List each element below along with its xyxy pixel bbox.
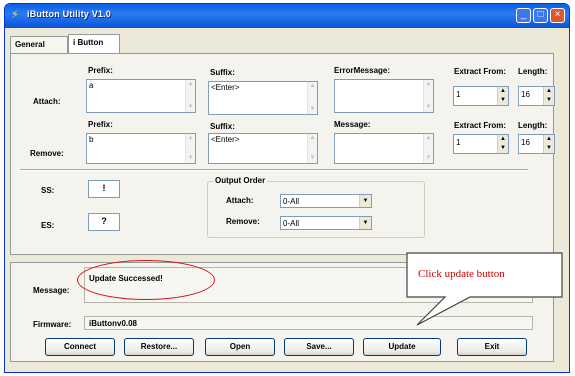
attach-length-stepper[interactable]: ▲ ▼ (543, 87, 554, 105)
attach-suffix-label: Suffix: (210, 68, 235, 77)
update-button[interactable]: Update (363, 338, 441, 356)
es-label: ES: (41, 221, 55, 230)
remove-message-scrollbar[interactable]: ▲ ▼ (423, 134, 433, 163)
remove-prefix-scrollbar[interactable]: ▲ ▼ (185, 134, 195, 163)
remove-extract-value: 1 (456, 138, 461, 147)
remove-suffix-scrollbar[interactable]: ▲ ▼ (307, 134, 317, 163)
attach-extract-stepper[interactable]: ▲ ▼ (497, 87, 508, 105)
maximize-button[interactable]: □ (533, 8, 548, 23)
chevron-down-icon[interactable]: ▼ (359, 195, 371, 207)
attach-length-label: Length: (518, 67, 548, 76)
attach-extract-value: 1 (456, 90, 461, 99)
tab-ibutton[interactable]: i Button (68, 34, 120, 54)
attach-extract-spinner[interactable]: 1 ▲ ▼ (453, 86, 509, 106)
remove-length-spinner[interactable]: 16 ▲ ▼ (518, 134, 555, 154)
callout-bubble (406, 252, 563, 326)
chevron-down-icon[interactable]: ▼ (359, 217, 371, 229)
attach-errormessage-field[interactable]: ▲ ▼ (334, 79, 434, 113)
restore-button[interactable]: Restore... (124, 338, 194, 356)
minimize-button[interactable]: _ (516, 8, 531, 23)
attach-suffix-value: <Enter> (211, 83, 240, 92)
output-remove-select[interactable]: 0-All ▼ (280, 216, 372, 230)
attach-row-label: Attach: (33, 97, 61, 106)
firmware-label: Firmware: (33, 320, 72, 329)
attach-prefix-value: a (89, 81, 94, 90)
app-icon: ⚡ (11, 9, 19, 21)
save-button[interactable]: Save... (284, 338, 354, 356)
connect-button[interactable]: Connect (45, 338, 115, 356)
remove-extract-spinner[interactable]: 1 ▲ ▼ (453, 134, 509, 154)
attach-length-value: 16 (521, 90, 530, 99)
remove-prefix-label: Prefix: (88, 120, 113, 129)
remove-prefix-field[interactable]: b ▲ ▼ (86, 133, 196, 164)
title-bar[interactable]: ⚡ iButton Utility V1.0 _ □ × (5, 4, 569, 28)
remove-row-label: Remove: (30, 149, 64, 158)
message-label: Message: (33, 286, 70, 295)
window-title: iButton Utility V1.0 (27, 9, 112, 19)
remove-extract-label: Extract From: (454, 121, 507, 130)
remove-length-value: 16 (521, 138, 530, 147)
highlight-ellipse (77, 260, 215, 300)
attach-suffix-field[interactable]: <Enter> ▲ ▼ (208, 81, 318, 115)
exit-button[interactable]: Exit (457, 338, 527, 356)
close-button[interactable]: × (550, 8, 565, 23)
section-divider (20, 169, 528, 171)
remove-length-stepper[interactable]: ▲ ▼ (543, 135, 554, 153)
output-remove-label: Remove: (226, 217, 260, 226)
attach-errormessage-label: ErrorMessage: (334, 66, 391, 75)
ss-label: SS: (41, 186, 55, 195)
remove-message-field[interactable]: ▲ ▼ (334, 133, 434, 164)
attach-prefix-scrollbar[interactable]: ▲ ▼ (185, 80, 195, 112)
remove-suffix-value: <Enter> (211, 135, 240, 144)
output-attach-label: Attach: (226, 196, 254, 205)
output-attach-value: 0-All (283, 197, 300, 206)
remove-suffix-field[interactable]: <Enter> ▲ ▼ (208, 133, 318, 164)
remove-suffix-label: Suffix: (210, 122, 235, 131)
remove-extract-stepper[interactable]: ▲ ▼ (497, 135, 508, 153)
output-order-title: Output Order (213, 176, 268, 185)
callout-text: Click update button (418, 268, 505, 280)
open-button[interactable]: Open (205, 338, 275, 356)
attach-length-spinner[interactable]: 16 ▲ ▼ (518, 86, 555, 106)
attach-errormessage-scrollbar[interactable]: ▲ ▼ (423, 80, 433, 112)
remove-length-label: Length: (518, 121, 548, 130)
remove-message-label: Message: (334, 120, 371, 129)
output-remove-value: 0-All (283, 219, 300, 228)
remove-prefix-value: b (89, 135, 94, 144)
attach-extract-label: Extract From: (454, 67, 507, 76)
firmware-value: iButtonv0.08 (89, 319, 138, 328)
attach-prefix-label: Prefix: (88, 66, 113, 75)
es-field[interactable]: ? (88, 213, 120, 231)
attach-prefix-field[interactable]: a ▲ ▼ (86, 79, 196, 113)
output-attach-select[interactable]: 0-All ▼ (280, 194, 372, 208)
ss-field[interactable]: ! (88, 180, 120, 198)
attach-suffix-scrollbar[interactable]: ▲ ▼ (307, 82, 317, 114)
tab-general[interactable]: General (10, 36, 68, 54)
